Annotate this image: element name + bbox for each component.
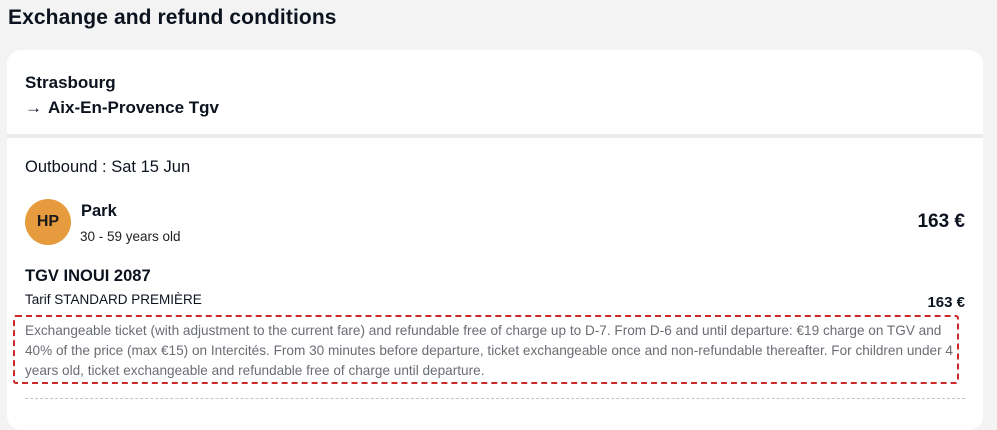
passenger-price: 163 € xyxy=(917,211,965,232)
passenger-name: Park xyxy=(81,202,117,220)
conditions-text: Exchangeable ticket (with adjustment to … xyxy=(13,315,959,384)
route-origin: Strasbourg xyxy=(25,73,116,92)
conditions-card: Strasbourg → Aix-En-Provence Tgv Outbound… xyxy=(7,50,983,430)
route-destination-row: → Aix-En-Provence Tgv xyxy=(25,95,219,120)
tarif-label: Tarif STANDARD PREMIÈRE xyxy=(25,292,202,307)
tarif-price: 163 € xyxy=(927,294,965,311)
dashed-separator xyxy=(25,398,965,399)
train-name: TGV INOUI 2087 xyxy=(25,267,151,285)
route-destination: Aix-En-Provence Tgv xyxy=(48,98,219,117)
section-divider xyxy=(7,134,983,138)
route-header: Strasbourg → Aix-En-Provence Tgv xyxy=(25,70,219,120)
passenger-age: 30 - 59 years old xyxy=(80,229,181,244)
avatar: HP xyxy=(25,199,71,245)
page-title: Exchange and refund conditions xyxy=(8,6,337,29)
outbound-date: Outbound : Sat 15 Jun xyxy=(25,158,191,176)
passenger-row: HP Park 30 - 59 years old 163 € xyxy=(25,199,965,249)
arrow-right-icon: → xyxy=(25,98,42,117)
